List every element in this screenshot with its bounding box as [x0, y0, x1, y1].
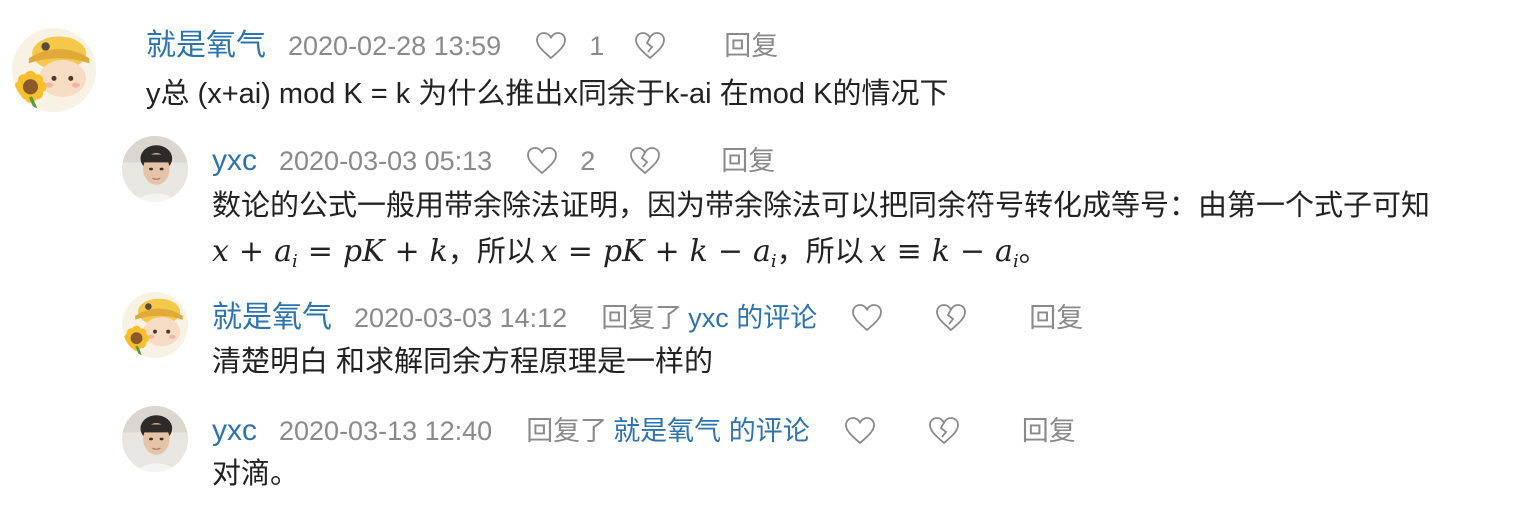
reply-target-link[interactable]: yxc 的评论	[688, 298, 817, 338]
person-avatar-icon	[122, 406, 188, 472]
comment-meta: 就是氧气 2020-02-28 13:59 1 回复	[146, 26, 778, 66]
comment-text: y总 (x+ai) mod K = k 为什么推出x同余于k-ai 在mod K…	[146, 78, 949, 110]
comment-text: 清楚明白 和求解同余方程原理是一样的	[212, 346, 714, 378]
broken-heart-icon	[928, 417, 959, 444]
sunflower-avatar-icon	[12, 28, 96, 112]
math-formula-3: x ≡ k − ai	[869, 234, 1019, 272]
like-button[interactable]	[535, 31, 567, 61]
heart-outline-icon	[844, 417, 875, 444]
broken-heart-icon	[630, 147, 661, 174]
reply-prefix: 回复了	[526, 416, 608, 446]
like-button[interactable]	[526, 146, 558, 176]
heart-outline-icon	[536, 32, 567, 59]
username-link[interactable]: 就是氧气	[212, 298, 332, 338]
username-link[interactable]: yxc	[212, 141, 257, 181]
heart-outline-icon	[527, 147, 558, 174]
reply-button[interactable]: 回复	[1029, 298, 1083, 338]
dislike-button[interactable]	[634, 31, 666, 61]
reply-button[interactable]: 回复	[1022, 411, 1076, 451]
reply-button[interactable]: 回复	[724, 26, 778, 66]
dislike-button[interactable]	[928, 416, 960, 446]
text-segment: 。	[1018, 236, 1048, 268]
comment-meta: 就是氧气 2020-03-03 14:12 回复了 yxc 的评论 回复	[212, 298, 1083, 338]
broken-heart-icon	[635, 32, 666, 59]
timestamp: 2020-03-03 05:13	[279, 146, 493, 176]
avatar[interactable]	[12, 28, 96, 112]
like-count: 1	[589, 31, 605, 61]
sunflower-avatar-icon	[122, 292, 188, 358]
username-link[interactable]: yxc	[212, 411, 257, 451]
like-button[interactable]	[844, 416, 876, 446]
timestamp: 2020-02-28 13:59	[288, 31, 502, 61]
text-segment: ，所以	[776, 236, 864, 268]
avatar[interactable]	[122, 406, 188, 472]
text-segment: ，所以	[447, 236, 535, 268]
like-button[interactable]	[851, 303, 883, 333]
dislike-button[interactable]	[935, 303, 967, 333]
like-count: 2	[580, 146, 596, 176]
reply-button[interactable]: 回复	[721, 141, 775, 181]
heart-outline-icon	[852, 304, 883, 331]
avatar[interactable]	[122, 136, 188, 202]
math-formula-2: x = pK + k − ai	[540, 234, 777, 272]
reply-target-link[interactable]: 就是氧气 的评论	[613, 411, 810, 451]
comment-meta: yxc 2020-03-13 12:40 回复了 就是氧气 的评论 回复	[212, 411, 1076, 451]
comment-text: 对滴。	[212, 458, 300, 490]
broken-heart-icon	[936, 304, 967, 331]
person-avatar-icon	[122, 136, 188, 202]
timestamp: 2020-03-13 12:40	[279, 416, 493, 446]
dislike-button[interactable]	[629, 146, 661, 176]
math-formula-1: x + ai = pK + k	[212, 234, 448, 272]
avatar[interactable]	[122, 292, 188, 358]
reply-prefix: 回复了	[601, 303, 683, 333]
comment-text-line-2: x + ai = pK + k，所以 x = pK + k − ai，所以 x ≡ k − ai。	[212, 230, 1048, 284]
timestamp: 2020-03-03 14:12	[354, 303, 568, 333]
comment-text-line-1: 数论的公式一般用带余除法证明，因为带余除法可以把同余符号转化成等号：由第一个式子…	[212, 190, 1431, 222]
username-link[interactable]: 就是氧气	[146, 26, 266, 66]
comment-meta: yxc 2020-03-03 05:13 2 回复	[212, 141, 775, 181]
